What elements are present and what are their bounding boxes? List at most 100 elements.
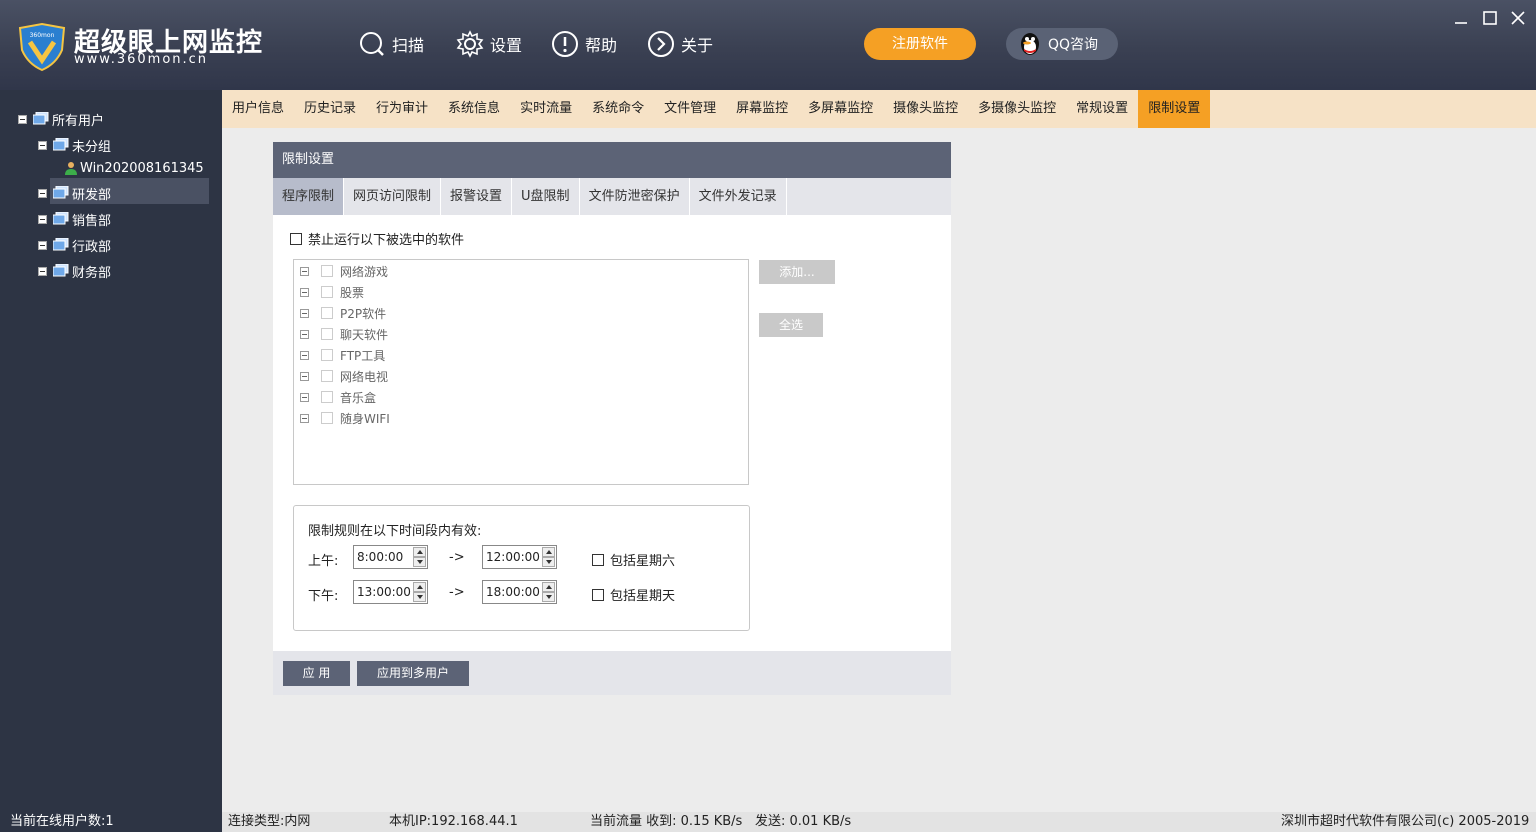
category-checkbox[interactable] <box>321 391 333 403</box>
tab-multi-camera-monitor[interactable]: 多摄像头监控 <box>968 90 1066 128</box>
include-saturday-checkbox[interactable] <box>592 553 604 566</box>
block-software-checkbox[interactable] <box>290 232 302 245</box>
select-all-button[interactable]: 全选 <box>759 313 823 337</box>
collapse-toggle-icon[interactable] <box>300 266 309 276</box>
tab-restriction-settings[interactable]: 限制设置 <box>1138 90 1211 128</box>
close-button[interactable] <box>1508 8 1528 28</box>
software-category-tree[interactable]: 网络游戏 股票 P2P软件 聊天软件 FTP工具 网络电视 音乐盒 随身WIFI <box>293 259 749 485</box>
category-checkbox[interactable] <box>321 370 333 382</box>
list-item[interactable]: 随身WIFI <box>300 408 390 428</box>
spin-down-icon[interactable] <box>413 557 426 567</box>
subtab-web-restriction[interactable]: 网页访问限制 <box>344 178 442 215</box>
tree-node-rd[interactable]: 研发部 <box>38 182 111 204</box>
computer-group-icon <box>33 112 49 125</box>
collapse-toggle-icon[interactable] <box>300 371 309 381</box>
category-checkbox[interactable] <box>321 286 333 298</box>
category-checkbox[interactable] <box>321 412 333 424</box>
apply-button[interactable]: 应 用 <box>283 661 350 686</box>
tab-file-manager[interactable]: 文件管理 <box>654 90 726 128</box>
settings-button[interactable]: 设置 <box>456 28 522 60</box>
block-software-checkbox-row[interactable]: 禁止运行以下被选中的软件 <box>290 229 464 248</box>
include-sunday-checkbox-row[interactable]: 包括星期天 <box>592 585 675 604</box>
tree-node-sales[interactable]: 销售部 <box>38 208 111 230</box>
am-end-time-spinner[interactable]: 12:00:00 <box>482 545 557 569</box>
collapse-toggle-icon[interactable] <box>38 266 47 276</box>
online-users-count: 当前在线用户数:1 <box>0 812 222 832</box>
spin-up-icon[interactable] <box>542 547 555 557</box>
tree-node-finance[interactable]: 财务部 <box>38 260 111 282</box>
title-bar: 360mon 超级眼上网监控 www.360mon.cn 扫描 设置 帮助 关于… <box>0 0 1536 90</box>
subtab-file-outgoing-log[interactable]: 文件外发记录 <box>690 178 787 215</box>
tab-screen-monitor[interactable]: 屏幕监控 <box>726 90 798 128</box>
category-checkbox[interactable] <box>321 307 333 319</box>
close-icon <box>1511 11 1525 25</box>
qq-consult-button[interactable]: QQ咨询 <box>1006 28 1118 60</box>
add-software-button[interactable]: 添加... <box>759 260 835 284</box>
list-item[interactable]: FTP工具 <box>300 345 385 365</box>
maximize-button[interactable] <box>1480 8 1500 28</box>
collapse-toggle-icon[interactable] <box>38 188 47 198</box>
tree-node-all-users[interactable]: 所有用户 <box>18 108 104 130</box>
collapse-toggle-icon[interactable] <box>38 214 47 224</box>
subtab-program-restriction[interactable]: 程序限制 <box>273 178 345 215</box>
spin-down-icon[interactable] <box>542 557 555 567</box>
collapse-toggle-icon[interactable] <box>38 140 47 150</box>
tab-realtime-traffic[interactable]: 实时流量 <box>510 90 582 128</box>
connection-type: 连接类型:内网 <box>228 814 311 829</box>
list-item[interactable]: 聊天软件 <box>300 324 388 344</box>
apply-to-multiple-users-button[interactable]: 应用到多用户 <box>357 661 469 686</box>
collapse-toggle-icon[interactable] <box>300 287 309 297</box>
am-start-time-spinner[interactable]: 8:00:00 <box>353 545 428 569</box>
tab-behavior-audit[interactable]: 行为审计 <box>366 90 438 128</box>
category-checkbox[interactable] <box>321 265 333 277</box>
help-button[interactable]: 帮助 <box>551 28 617 60</box>
list-item[interactable]: 网络游戏 <box>300 261 388 281</box>
spinner-arrows[interactable] <box>542 547 555 567</box>
subtab-file-leak-protection[interactable]: 文件防泄密保护 <box>580 178 690 215</box>
category-checkbox[interactable] <box>321 328 333 340</box>
tree-node-host[interactable]: Win202008161345 <box>64 157 204 179</box>
tree-node-ungrouped[interactable]: 未分组 <box>38 134 111 156</box>
traffic-received: 当前流量 收到: 0.15 KB/s <box>590 814 743 829</box>
include-sunday-checkbox[interactable] <box>592 588 604 601</box>
pm-end-time-spinner[interactable]: 18:00:00 <box>482 580 557 604</box>
include-sunday-label: 包括星期天 <box>610 589 676 604</box>
spinner-arrows[interactable] <box>542 582 555 602</box>
spinner-arrows[interactable] <box>413 547 426 567</box>
list-item[interactable]: P2P软件 <box>300 303 386 323</box>
collapse-toggle-icon[interactable] <box>300 308 309 318</box>
subtab-alarm-settings[interactable]: 报警设置 <box>441 178 513 215</box>
tab-user-info[interactable]: 用户信息 <box>222 90 294 128</box>
list-item[interactable]: 股票 <box>300 282 364 302</box>
category-checkbox[interactable] <box>321 349 333 361</box>
computer-group-icon <box>53 212 69 225</box>
tree-node-admin[interactable]: 行政部 <box>38 234 111 256</box>
collapse-toggle-icon[interactable] <box>300 350 309 360</box>
tab-system-info[interactable]: 系统信息 <box>438 90 510 128</box>
include-saturday-checkbox-row[interactable]: 包括星期六 <box>592 550 675 569</box>
about-button[interactable]: 关于 <box>647 28 713 60</box>
collapse-toggle-icon[interactable] <box>18 114 27 124</box>
scan-button[interactable]: 扫描 <box>358 28 424 60</box>
spin-up-icon[interactable] <box>542 582 555 592</box>
list-item[interactable]: 音乐盒 <box>300 387 376 407</box>
collapse-toggle-icon[interactable] <box>38 240 47 250</box>
minimize-button[interactable] <box>1451 8 1471 28</box>
tab-camera-monitor[interactable]: 摄像头监控 <box>883 90 968 128</box>
tab-history[interactable]: 历史记录 <box>294 90 366 128</box>
register-button[interactable]: 注册软件 <box>864 28 976 60</box>
tab-multi-screen-monitor[interactable]: 多屏幕监控 <box>798 90 883 128</box>
subtab-usb-restriction[interactable]: U盘限制 <box>512 178 580 215</box>
spinner-arrows[interactable] <box>413 582 426 602</box>
collapse-toggle-icon[interactable] <box>300 392 309 402</box>
pm-start-time-spinner[interactable]: 13:00:00 <box>353 580 428 604</box>
collapse-toggle-icon[interactable] <box>300 329 309 339</box>
tab-system-command[interactable]: 系统命令 <box>582 90 654 128</box>
spin-down-icon[interactable] <box>542 592 555 602</box>
list-item[interactable]: 网络电视 <box>300 366 388 386</box>
tab-general-settings[interactable]: 常规设置 <box>1066 90 1138 128</box>
spin-up-icon[interactable] <box>413 582 426 592</box>
spin-down-icon[interactable] <box>413 592 426 602</box>
collapse-toggle-icon[interactable] <box>300 413 309 423</box>
spin-up-icon[interactable] <box>413 547 426 557</box>
